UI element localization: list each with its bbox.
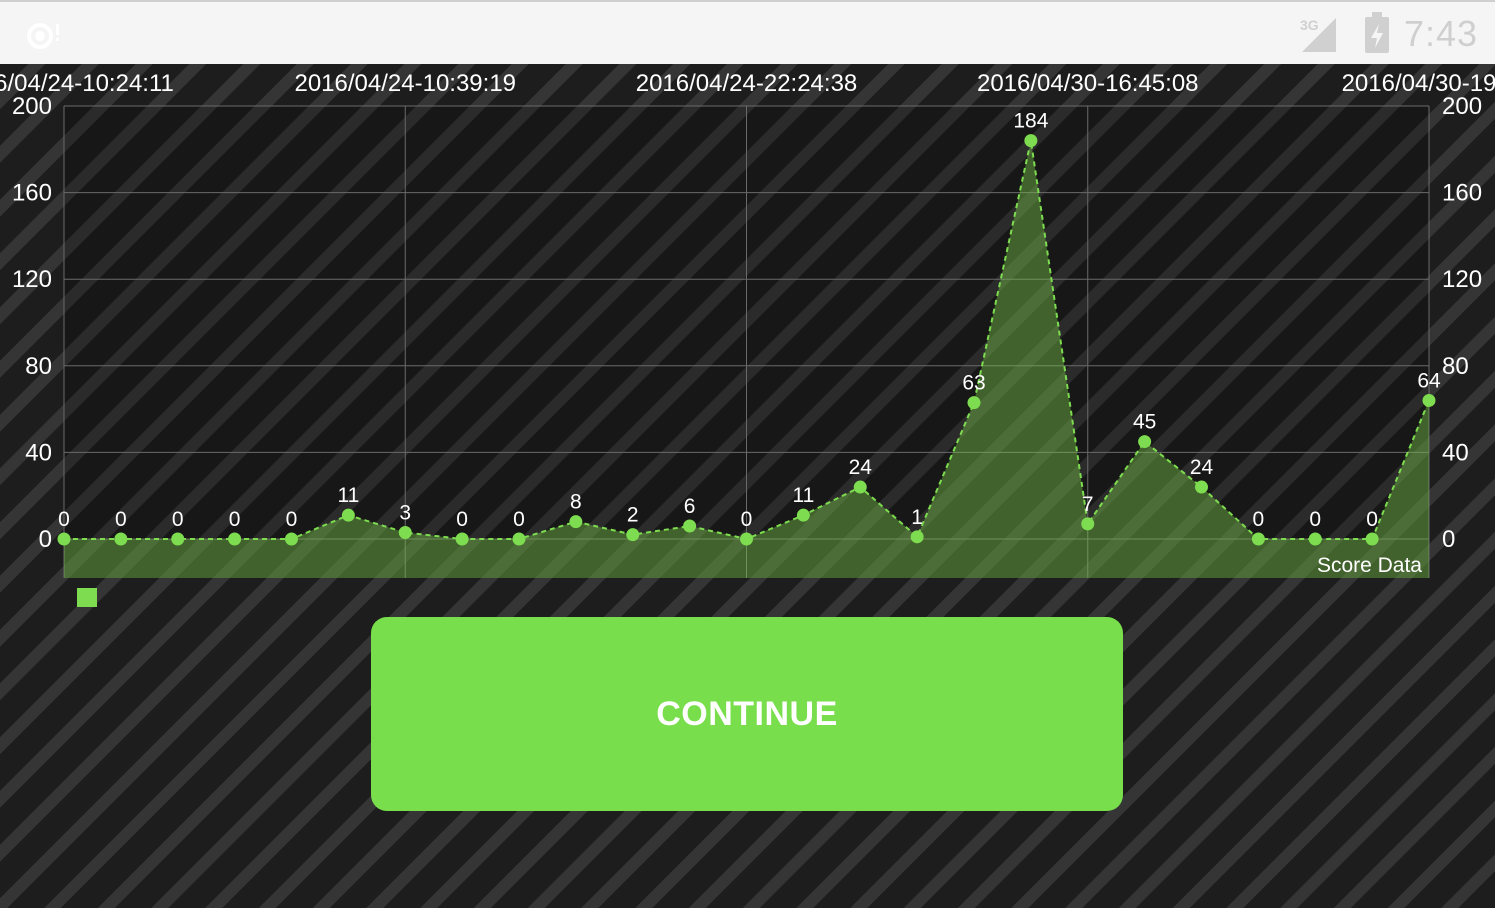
x-tick-label: 2016/04/24-22:24:38 bbox=[636, 70, 858, 97]
data-point bbox=[1138, 435, 1152, 449]
data-point bbox=[626, 528, 640, 542]
y-tick-label-right: 80 bbox=[1442, 353, 1469, 380]
series-name-label: Score Data bbox=[1317, 554, 1422, 577]
y-tick-label-right: 120 bbox=[1442, 266, 1482, 293]
data-point bbox=[1251, 532, 1265, 546]
y-tick-label-right: 40 bbox=[1442, 439, 1469, 466]
continue-button[interactable]: CONTINUE bbox=[371, 617, 1123, 811]
data-point bbox=[910, 530, 924, 544]
data-label: 0 bbox=[1309, 508, 1321, 531]
signal-icon: 3G bbox=[1300, 17, 1336, 52]
data-point bbox=[1195, 480, 1208, 494]
data-label: 45 bbox=[1133, 411, 1156, 434]
data-point bbox=[228, 532, 242, 546]
status-bar: 3G 7:43 bbox=[0, 0, 1495, 64]
data-label: 0 bbox=[58, 508, 70, 531]
data-point bbox=[512, 532, 526, 546]
data-label: 0 bbox=[286, 508, 298, 531]
data-point bbox=[285, 532, 298, 546]
battery-icon bbox=[1365, 12, 1389, 53]
data-label: 8 bbox=[570, 491, 582, 514]
data-label: 2 bbox=[627, 504, 639, 527]
data-label: 63 bbox=[962, 372, 985, 395]
data-label: 11 bbox=[792, 484, 814, 507]
data-point bbox=[796, 508, 810, 522]
y-tick-label-left: 160 bbox=[12, 180, 52, 207]
data-point bbox=[1308, 532, 1322, 546]
y-tick-label-right: 0 bbox=[1442, 526, 1455, 553]
data-label: 0 bbox=[456, 508, 468, 531]
data-label: 24 bbox=[1190, 456, 1214, 479]
x-tick-label: 2016/04/24-10:24:11 bbox=[0, 70, 174, 97]
data-point bbox=[740, 532, 753, 546]
network-label: 3G bbox=[1300, 17, 1319, 33]
data-point bbox=[967, 396, 981, 410]
data-point bbox=[1365, 532, 1379, 546]
data-label: 24 bbox=[849, 456, 873, 479]
y-tick-label-left: 120 bbox=[12, 266, 52, 293]
y-tick-label-left: 40 bbox=[25, 439, 52, 466]
data-point bbox=[569, 515, 583, 529]
data-point bbox=[1024, 134, 1038, 148]
data-label: 184 bbox=[1013, 110, 1048, 133]
data-point bbox=[57, 532, 71, 546]
data-point bbox=[398, 526, 412, 540]
data-label: 0 bbox=[741, 508, 753, 531]
data-label: 0 bbox=[513, 508, 525, 531]
data-label: 3 bbox=[399, 502, 411, 525]
x-tick-label: 2016/04/30-19:4 bbox=[1342, 70, 1495, 97]
legend-swatch bbox=[77, 588, 97, 607]
x-tick-label: 2016/04/30-16:45:08 bbox=[977, 70, 1199, 97]
data-label: 0 bbox=[1253, 508, 1265, 531]
y-tick-label-left: 200 bbox=[12, 93, 52, 120]
status-clock: 7:43 bbox=[1404, 13, 1479, 54]
data-point bbox=[1422, 393, 1436, 407]
score-chart-svg: 0 0 0 0 0113 0 082 601124163184745240 0 0640 040 40… bbox=[0, 70, 1495, 607]
data-point bbox=[114, 532, 128, 546]
data-point bbox=[455, 532, 469, 546]
sync-icon bbox=[27, 23, 59, 49]
y-tick-label-left: 80 bbox=[25, 353, 52, 380]
data-point bbox=[853, 480, 867, 494]
data-label: 0 bbox=[172, 508, 184, 531]
data-point bbox=[341, 508, 355, 522]
data-label: 6 bbox=[684, 495, 696, 518]
data-label: 7 bbox=[1082, 493, 1094, 516]
y-tick-label-right: 160 bbox=[1442, 180, 1482, 207]
data-point bbox=[683, 519, 697, 533]
x-tick-label: 2016/04/24-10:39:19 bbox=[294, 70, 516, 97]
y-tick-label-left: 0 bbox=[39, 526, 52, 553]
data-point bbox=[171, 532, 185, 546]
data-label: 0 bbox=[229, 508, 241, 531]
data-label: 0 bbox=[115, 508, 127, 531]
y-tick-label-right: 200 bbox=[1442, 93, 1482, 120]
score-chart: 0 0 0 0 0 11 3 0 0 8 2 6 0 11 24 1 63 184 7 45 24 0 0 0 64 0 0 40 40… bbox=[0, 64, 1495, 624]
data-label: 1 bbox=[911, 506, 923, 529]
data-point bbox=[1081, 517, 1095, 531]
data-label: 64 bbox=[1417, 369, 1441, 392]
data-label: 0 bbox=[1366, 508, 1378, 531]
data-label: 11 bbox=[337, 484, 359, 507]
